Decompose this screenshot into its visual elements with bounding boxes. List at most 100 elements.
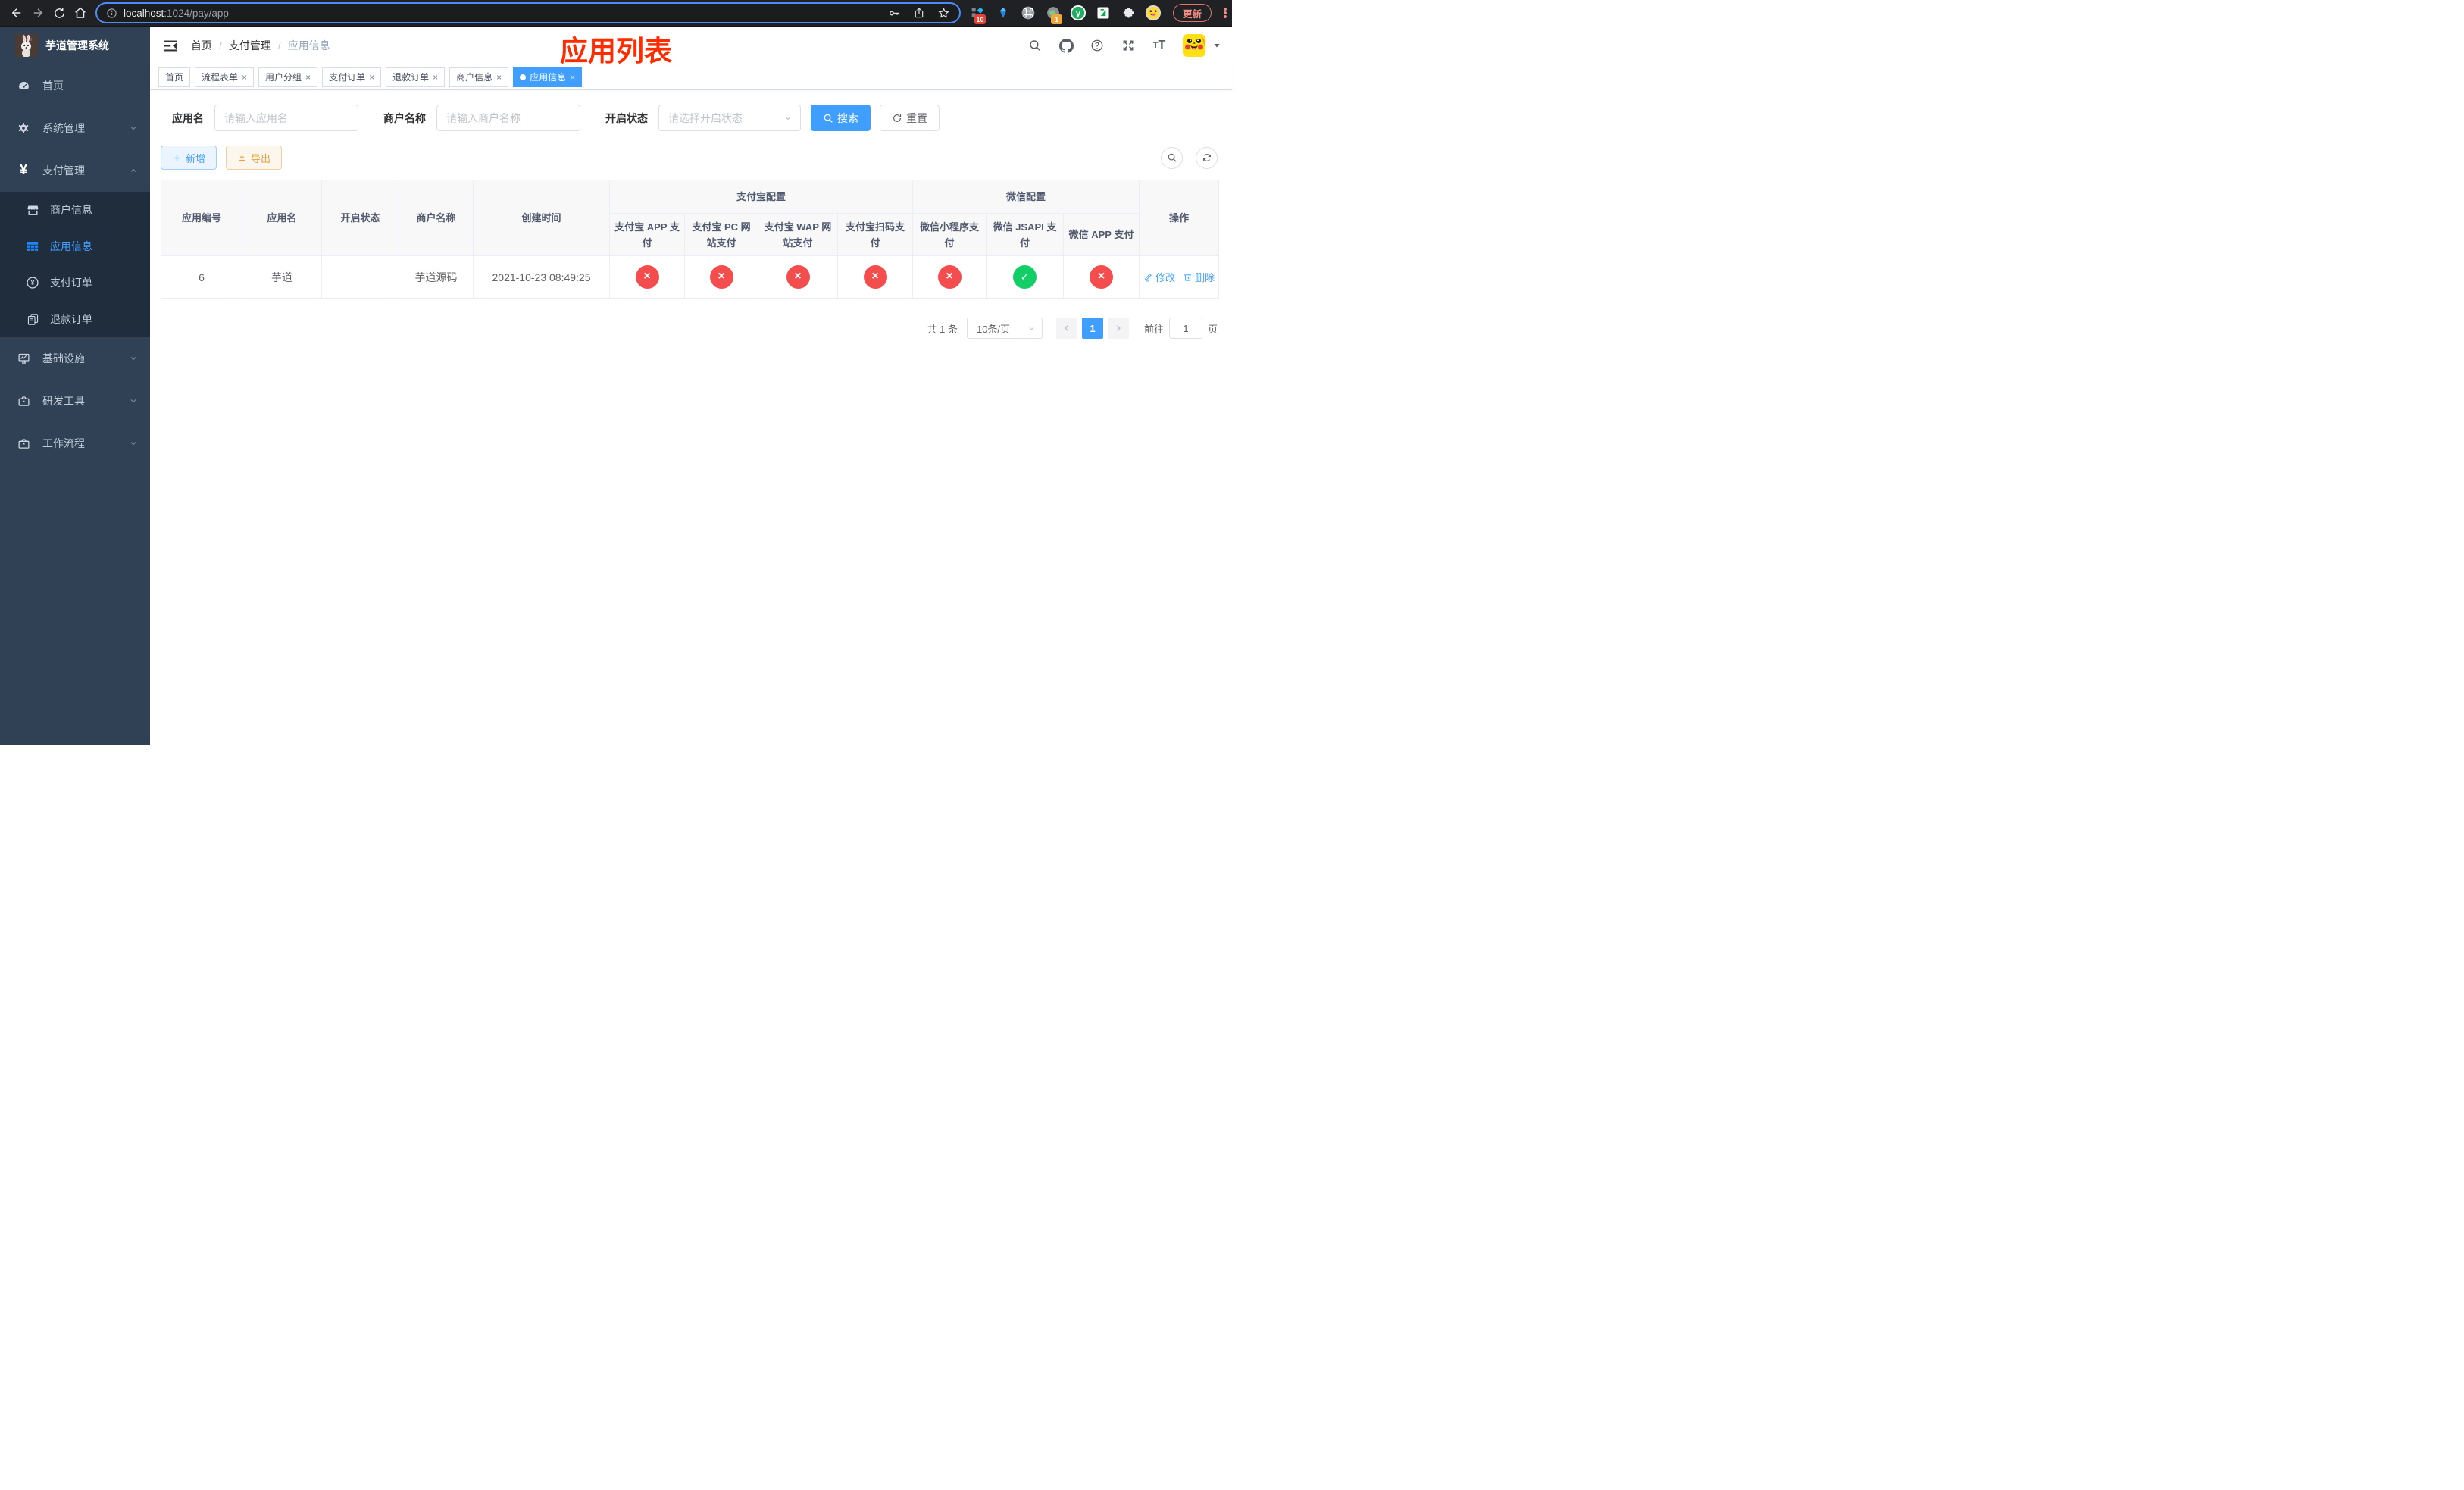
extension-camera-icon[interactable]: 1 [1045, 5, 1062, 24]
github-icon[interactable] [1058, 38, 1074, 53]
page-number-current[interactable]: 1 [1081, 318, 1103, 339]
chevron-down-icon [785, 116, 791, 120]
key-icon[interactable] [888, 7, 901, 20]
browser-update-button[interactable]: 更新 [1173, 4, 1212, 22]
reload-icon[interactable] [48, 2, 70, 23]
page-size-select[interactable]: 10条/页 [966, 318, 1043, 339]
browser-menu-icon[interactable]: • • • [1220, 4, 1230, 23]
share-icon[interactable] [913, 7, 925, 19]
cell-created: 2021-10-23 08:49:25 [473, 255, 610, 299]
status-select[interactable]: 请选择开启状态 [658, 105, 801, 131]
col-alipay-wap: 支付宝 WAP 网站支付 [758, 213, 838, 256]
back-icon[interactable] [6, 2, 27, 23]
address-bar[interactable]: localhost:1024/pay/app [95, 2, 961, 23]
extension-gem-icon[interactable] [995, 5, 1012, 21]
download-icon [239, 154, 245, 161]
col-alipay-qr: 支付宝扫码支付 [837, 213, 913, 256]
col-created: 创建时间 [473, 180, 610, 256]
caret-down-icon[interactable] [1212, 42, 1221, 49]
col-wx-lite: 微信小程序支付 [912, 213, 987, 256]
sidebar-item-app-info[interactable]: 应用信息 [0, 228, 150, 265]
font-size-icon[interactable]: TT [1152, 38, 1167, 53]
cell-wx-jsapi [986, 255, 1064, 299]
tab-home[interactable]: 首页 [158, 67, 191, 87]
sidebar-item-pay-order[interactable]: ¥ 支付订单 [0, 265, 150, 301]
user-avatar[interactable] [1183, 34, 1205, 57]
sidebar-item-label: 支付订单 [50, 277, 92, 289]
refresh-table-button[interactable] [1196, 146, 1218, 169]
show-search-button[interactable] [1161, 146, 1183, 169]
cell-alipay-wap [758, 255, 838, 299]
extension-doc-icon[interactable] [1095, 5, 1112, 21]
extension-green-y-icon[interactable]: y [1070, 5, 1087, 21]
extension-command-icon[interactable] [1020, 5, 1037, 21]
sidebar-item-infra[interactable]: 基础设施 [0, 337, 150, 380]
pagination: 共 1 条 10条/页 1 前往 页 [161, 318, 1223, 339]
sidebar-item-label: 研发工具 [42, 395, 85, 407]
monitor-chart-icon [17, 352, 30, 365]
breadcrumb-home[interactable]: 首页 [191, 38, 212, 53]
next-page-button[interactable] [1107, 318, 1129, 339]
documents-icon [26, 313, 39, 326]
app-logo[interactable]: 芋道管理系统 [0, 27, 150, 64]
search-icon[interactable] [1027, 38, 1043, 53]
export-button[interactable]: 导出 [226, 146, 283, 170]
status-fail-icon [1090, 265, 1113, 289]
tab-refund-order[interactable]: 退款订单 [386, 67, 446, 87]
close-icon[interactable] [305, 72, 311, 83]
delete-link[interactable]: 删除 [1183, 270, 1215, 284]
forward-icon[interactable] [27, 2, 48, 23]
chevron-down-icon [1029, 327, 1034, 330]
extensions-area: 10 1 y 更新 • • • [970, 4, 1230, 24]
reset-button[interactable]: 重置 [880, 105, 940, 131]
chevron-right-icon [1117, 325, 1121, 331]
col-status: 开启状态 [321, 180, 399, 256]
help-icon[interactable] [1090, 38, 1105, 53]
cell-actions: 修改 删除 [1139, 255, 1219, 299]
sidebar-item-label: 系统管理 [42, 122, 85, 134]
logo-image [15, 34, 38, 57]
tab-pay-order[interactable]: 支付订单 [322, 67, 382, 87]
close-icon[interactable] [433, 72, 438, 83]
edit-link[interactable]: 修改 [1143, 270, 1175, 284]
sidebar-item-refund-order[interactable]: 退款订单 [0, 301, 150, 337]
tab-process-form[interactable]: 流程表单 [195, 67, 255, 87]
breadcrumb-payment[interactable]: 支付管理 [229, 38, 271, 53]
extension-diamond-icon[interactable]: 10 [970, 5, 987, 24]
payment-submenu: 商户信息 应用信息 ¥ 支付订单 退款订单 [0, 192, 150, 337]
app-name-label: 应用名 [172, 111, 204, 124]
app-name-input[interactable] [214, 105, 358, 131]
status-fail-icon [937, 265, 962, 289]
close-icon[interactable] [570, 72, 575, 83]
fullscreen-icon[interactable] [1121, 38, 1136, 53]
grid-table-icon [26, 239, 39, 253]
sidebar-item-home[interactable]: 首页 [0, 64, 150, 107]
profile-avatar-emoji[interactable] [1145, 5, 1162, 21]
home-icon[interactable] [70, 2, 91, 23]
sidebar-fold-icon[interactable] [161, 36, 179, 55]
extensions-puzzle-icon[interactable] [1120, 5, 1137, 21]
goto-page-input[interactable] [1168, 318, 1202, 339]
cell-alipay-pc [684, 255, 758, 299]
sidebar-item-system[interactable]: 系统管理 [0, 107, 150, 149]
cell-alipay-qr [837, 255, 913, 299]
merchant-name-input[interactable] [436, 105, 580, 131]
search-button[interactable]: 搜索 [811, 105, 871, 131]
sidebar-item-dev-tools[interactable]: 研发工具 [0, 380, 150, 422]
tab-app-info[interactable]: 应用信息 [513, 67, 583, 87]
add-button[interactable]: 新增 [161, 146, 217, 170]
close-icon[interactable] [242, 72, 247, 83]
sidebar-item-workflow[interactable]: 工作流程 [0, 422, 150, 465]
browser-toolbar: localhost:1024/pay/app 10 1 y 更新 • • • [0, 0, 1232, 27]
prev-page-button[interactable] [1055, 318, 1077, 339]
sidebar-item-payment[interactable]: ¥ 支付管理 [0, 149, 150, 192]
table-row: 6 芋道 芋道源码 2021-10-23 08:49:25 × × × × × … [161, 255, 1219, 299]
close-icon[interactable] [496, 72, 502, 83]
bookmark-star-icon[interactable] [937, 7, 950, 20]
sidebar-item-merchant-info[interactable]: 商户信息 [0, 192, 150, 228]
site-info-icon[interactable] [106, 8, 117, 19]
tab-user-group[interactable]: 用户分组 [258, 67, 318, 87]
tab-merchant-info[interactable]: 商户信息 [449, 67, 509, 87]
close-icon[interactable] [369, 72, 374, 83]
breadcrumb: 首页 / 支付管理 / 应用信息 [191, 38, 330, 53]
